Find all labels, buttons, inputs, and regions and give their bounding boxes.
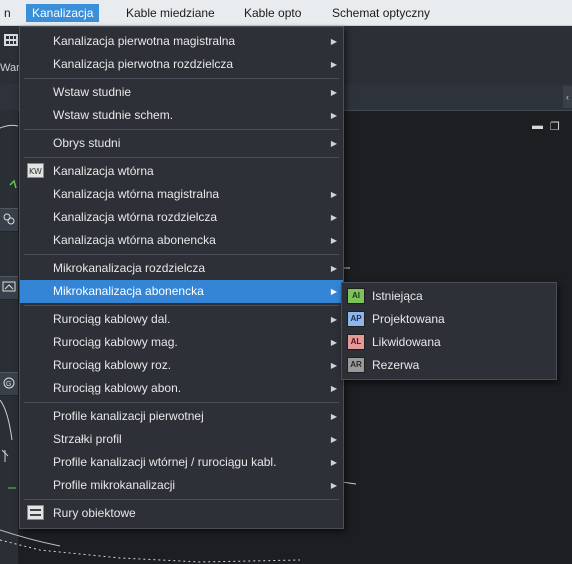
menu-item-kanalizacja-wtorna-abonencka[interactable]: Kanalizacja wtórna abonencka ▶ (20, 229, 343, 252)
menu-item-wstaw-studnie-schem[interactable]: Wstaw studnie schem. ▶ (20, 104, 343, 127)
submenu-item-label: Rezerwa (372, 358, 420, 372)
menu-item-rurociag-kablowy-dal[interactable]: Rurociąg kablowy dal. ▶ (20, 308, 343, 331)
submenu-arrow-icon: ▶ (330, 213, 337, 222)
submenu-arrow-icon: ▶ (330, 435, 337, 444)
menu-item-kanalizacja-wtorna[interactable]: KW Kanalizacja wtórna (20, 160, 343, 183)
submenu-arrow-icon: ▶ (330, 88, 337, 97)
menu-separator (24, 499, 339, 500)
menu-item-label: Wstaw studnie schem. (53, 108, 174, 122)
menu-item-profile-mikrokanalizacji[interactable]: Profile mikrokanalizacji ▶ (20, 474, 343, 497)
menu-item-wstaw-studnie[interactable]: Wstaw studnie ▶ (20, 81, 343, 104)
menu-item-label: Kanalizacja wtórna abonencka (53, 233, 216, 247)
mikrokanalizacja-abonencka-submenu: AI Istniejąca AP Projektowana AL Likwido… (341, 282, 557, 380)
submenu-arrow-icon: ▶ (330, 412, 337, 421)
menu-item-label: Mikrokanalizacja rozdzielcza (53, 261, 206, 275)
submenu-item-label: Projektowana (372, 312, 445, 326)
menu-separator (24, 305, 339, 306)
menu-item-kanalizacja-pierwotna-rozdzielcza[interactable]: Kanalizacja pierwotna rozdzielcza ▶ (20, 53, 343, 76)
submenu-arrow-icon: ▶ (330, 361, 337, 370)
menu-item-rurociag-kablowy-mag[interactable]: Rurociąg kablowy mag. ▶ (20, 331, 343, 354)
submenu-arrow-icon: ▶ (330, 338, 337, 347)
menu-item-label: Profile kanalizacji pierwotnej (53, 409, 204, 423)
menu-item-profile-kanalizacji-pierwotnej[interactable]: Profile kanalizacji pierwotnej ▶ (20, 405, 343, 428)
menu-separator (24, 402, 339, 403)
menu-item-label: Kanalizacja pierwotna rozdzielcza (53, 57, 234, 71)
menu-item-label: Wstaw studnie (53, 85, 132, 99)
submenu-arrow-icon: ▶ (330, 236, 337, 245)
menu-item-partial[interactable]: n (0, 4, 17, 22)
menu-separator (24, 129, 339, 130)
submenu-item-projektowana[interactable]: AP Projektowana (342, 308, 556, 331)
status-removed-icon: AL (347, 334, 365, 350)
submenu-item-label: Likwidowana (372, 335, 441, 349)
menu-item-kanalizacja-pierwotna-magistralna[interactable]: Kanalizacja pierwotna magistralna ▶ (20, 30, 343, 53)
grid-tool-icon[interactable] (4, 34, 18, 49)
menu-item-label: Kanalizacja wtórna magistralna (53, 187, 220, 201)
menu-item-label: Rurociąg kablowy abon. (53, 381, 182, 395)
menu-item-schemat-optyczny[interactable]: Schemat optyczny (326, 4, 436, 22)
submenu-item-likwidowana[interactable]: AL Likwidowana (342, 331, 556, 354)
status-reserve-icon: AR (347, 357, 365, 373)
kanalizacja-dropdown-menu: Kanalizacja pierwotna magistralna ▶ Kana… (19, 26, 344, 529)
menu-item-label: Obrys studni (53, 136, 121, 150)
menu-item-rurociag-kablowy-roz[interactable]: Rurociąg kablowy roz. ▶ (20, 354, 343, 377)
pipe-icon (27, 505, 44, 520)
menu-item-profile-kanalizacji-wtornej[interactable]: Profile kanalizacji wtórnej / rurociągu … (20, 451, 343, 474)
menu-item-mikrokanalizacja-rozdzielcza[interactable]: Mikrokanalizacja rozdzielcza ▶ (20, 257, 343, 280)
menu-separator (24, 157, 339, 158)
submenu-arrow-icon: ▶ (330, 111, 337, 120)
menu-item-obrys-studni[interactable]: Obrys studni ▶ (20, 132, 343, 155)
menu-separator (24, 254, 339, 255)
submenu-item-label: Istniejąca (372, 289, 423, 303)
menu-item-label: Rurociąg kablowy dal. (53, 312, 171, 326)
menu-item-label: Strzałki profil (53, 432, 122, 446)
menu-bar: n Kanalizacja Kable miedziane Kable opto… (0, 0, 572, 26)
menu-item-kable-opto[interactable]: Kable opto (238, 4, 307, 22)
submenu-arrow-icon: ▶ (330, 315, 337, 324)
submenu-arrow-icon: ▶ (330, 190, 337, 199)
menu-item-label: Kanalizacja wtórna (53, 164, 154, 178)
submenu-item-rezerwa[interactable]: AR Rezerwa (342, 354, 556, 377)
menu-item-label: Kanalizacja wtórna rozdzielcza (53, 210, 218, 224)
menu-item-label: Profile kanalizacji wtórnej / rurociągu … (53, 455, 277, 469)
submenu-item-istniejaca[interactable]: AI Istniejąca (342, 285, 556, 308)
menu-item-kanalizacja[interactable]: Kanalizacja (26, 4, 100, 22)
submenu-arrow-icon: ▶ (330, 264, 337, 273)
menu-item-label: Mikrokanalizacja abonencka (53, 284, 204, 298)
menu-item-strzalki-profil[interactable]: Strzałki profil ▶ (20, 428, 343, 451)
menu-item-label: Rurociąg kablowy mag. (53, 335, 178, 349)
menu-item-label: Kanalizacja pierwotna magistralna (53, 34, 236, 48)
menu-item-rurociag-kablowy-abon[interactable]: Rurociąg kablowy abon. ▶ (20, 377, 343, 400)
kw-icon-text: KW (29, 167, 42, 176)
menu-item-kable-miedziane[interactable]: Kable miedziane (120, 4, 221, 22)
menu-item-label: Rury obiektowe (53, 506, 136, 520)
submenu-arrow-icon: ▶ (330, 384, 337, 393)
submenu-arrow-icon: ▶ (330, 37, 337, 46)
submenu-arrow-icon: ▶ (330, 287, 337, 296)
menu-item-label: Profile mikrokanalizacji (53, 478, 176, 492)
menu-item-rury-obiektowe[interactable]: Rury obiektowe (20, 502, 343, 525)
submenu-arrow-icon: ▶ (330, 458, 337, 467)
status-designed-icon: AP (347, 311, 365, 327)
submenu-arrow-icon: ▶ (330, 481, 337, 490)
collapse-panel-icon[interactable]: ‹ (563, 86, 572, 108)
submenu-arrow-icon: ▶ (330, 139, 337, 148)
menu-item-mikrokanalizacja-abonencka[interactable]: Mikrokanalizacja abonencka ▶ (20, 280, 343, 303)
menu-item-label: Rurociąg kablowy roz. (53, 358, 172, 372)
menu-item-kanalizacja-wtorna-magistralna[interactable]: Kanalizacja wtórna magistralna ▶ (20, 183, 343, 206)
menu-separator (24, 78, 339, 79)
status-existing-icon: AI (347, 288, 365, 304)
menu-item-kanalizacja-wtorna-rozdzielcza[interactable]: Kanalizacja wtórna rozdzielcza ▶ (20, 206, 343, 229)
submenu-arrow-icon: ▶ (330, 60, 337, 69)
kw-icon: KW (27, 163, 44, 178)
